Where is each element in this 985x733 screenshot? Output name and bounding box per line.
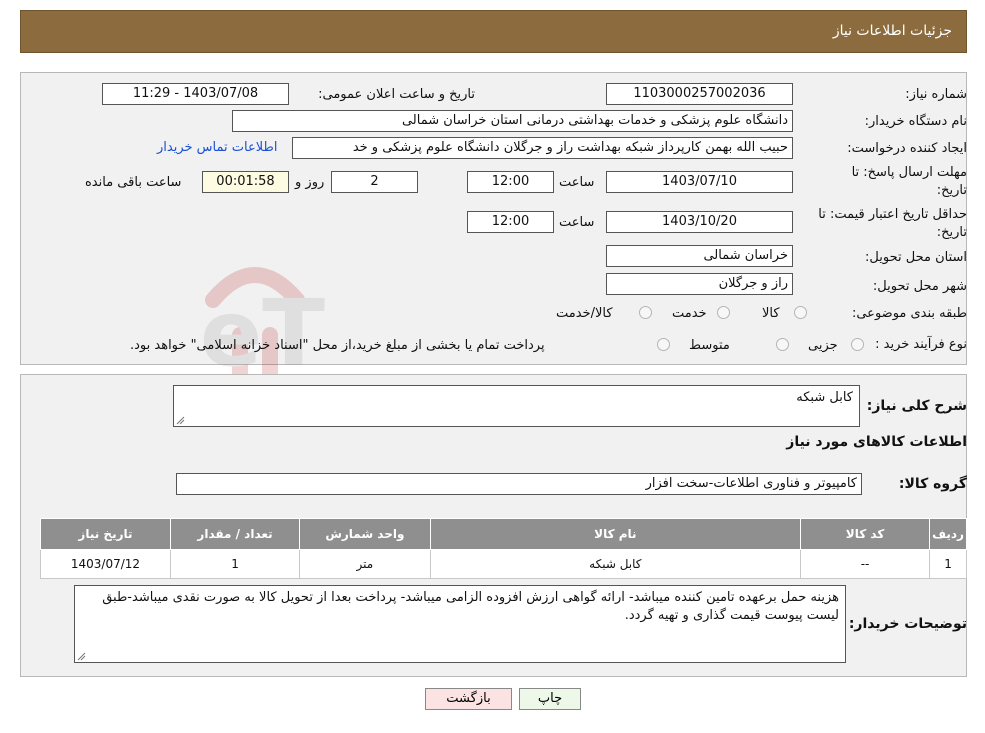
deadline-date-field: 1403/07/10	[606, 171, 793, 193]
deadline-time-field: 12:00	[467, 171, 554, 193]
creator-field: حبیب الله بهمن کارپرداز شبکه بهداشت راز …	[292, 137, 793, 159]
buyer-notes-value: هزینه حمل برعهده تامین کننده میباشد- ارا…	[102, 590, 839, 623]
validity-time-label: ساعت	[559, 215, 595, 230]
goods-table: ردیف کد کالا نام کالا واحد شمارش تعداد /…	[40, 518, 967, 579]
goods-group-field: کامپیوتر و فناوری اطلاعات-سخت افزار	[176, 473, 862, 495]
cell-unit: متر	[299, 549, 431, 579]
deadline-label: مهلت ارسال پاسخ: تا	[851, 165, 967, 180]
watermark-text: AriaTender.neT	[195, 280, 325, 387]
table-header-row: ردیف کد کالا نام کالا واحد شمارش تعداد /…	[40, 518, 967, 550]
print-button[interactable]: چاپ	[519, 688, 581, 710]
remaining-time-field: 00:01:58	[202, 171, 289, 193]
process-radio-treasury[interactable]	[657, 338, 670, 351]
validity-date-field: 1403/10/20	[606, 211, 793, 233]
goods-section-title: اطلاعات کالاهای مورد نیاز	[786, 434, 967, 450]
back-button[interactable]: بازگشت	[425, 688, 512, 710]
category-radio-goods[interactable]	[794, 306, 807, 319]
process-note: پرداخت تمام یا بخشی از مبلغ خرید،از محل …	[130, 338, 545, 353]
need-number-label: شماره نیاز:	[905, 87, 967, 102]
page-header: جزئیات اطلاعات نیاز	[20, 10, 967, 53]
days-label: روز و	[295, 175, 325, 190]
category-radio-goods-service[interactable]	[639, 306, 652, 319]
process-option-medium: متوسط	[689, 338, 730, 353]
col-header-need-date: تاریخ نیاز	[40, 518, 171, 550]
buyer-org-label: نام دستگاه خریدار:	[864, 114, 967, 129]
remaining-label: ساعت باقی مانده	[85, 175, 182, 190]
process-radio-medium[interactable]	[776, 338, 789, 351]
resize-grip-icon[interactable]	[176, 416, 185, 425]
buyer-notes-field: هزینه حمل برعهده تامین کننده میباشد- ارا…	[74, 585, 846, 663]
process-option-minor: جزیی	[808, 338, 838, 353]
col-header-unit: واحد شمارش	[299, 518, 431, 550]
buyer-org-field: دانشگاه علوم پزشکی و خدمات بهداشتی درمان…	[232, 110, 793, 132]
city-label: شهر محل تحویل:	[872, 279, 967, 294]
deadline-label-date: تاریخ:	[936, 183, 967, 198]
cell-row-number: 1	[929, 549, 967, 579]
page-title: جزئیات اطلاعات نیاز	[832, 23, 952, 39]
buyer-notes-label: توضیحات خریدار:	[848, 616, 967, 632]
days-field: 2	[331, 171, 418, 193]
need-number-field: 1103000257002036	[606, 83, 793, 105]
resize-grip-icon[interactable]	[77, 652, 86, 661]
province-label: استان محل تحویل:	[865, 250, 967, 265]
goods-group-label: گروه کالا:	[898, 476, 967, 492]
city-field: راز و جرگلان	[606, 273, 793, 295]
contact-buyer-link[interactable]: اطلاعات تماس خریدار	[157, 140, 277, 155]
province-field: خراسان شمالی	[606, 245, 793, 267]
category-option-service: خدمت	[672, 306, 707, 321]
table-row: 1 -- کابل شبکه متر 1 1403/07/12	[40, 549, 967, 579]
validity-label-date: تاریخ:	[936, 225, 967, 240]
process-radio-minor[interactable]	[851, 338, 864, 351]
col-header-goods-name: نام کالا	[429, 518, 802, 550]
deadline-time-label: ساعت	[559, 175, 595, 190]
category-radio-service[interactable]	[717, 306, 730, 319]
cell-quantity: 1	[169, 549, 301, 579]
col-header-goods-code: کد کالا	[800, 518, 931, 550]
cell-goods-code: --	[800, 549, 931, 579]
process-label: نوع فرآیند خرید :	[875, 337, 967, 352]
summary-label: شرح کلی نیاز:	[866, 398, 967, 414]
validity-label: حداقل تاریخ اعتبار قیمت: تا	[818, 207, 967, 222]
summary-value: کابل شبکه	[796, 390, 853, 405]
cell-need-date: 1403/07/12	[40, 549, 171, 579]
cell-goods-name: کابل شبکه	[429, 549, 802, 579]
announce-field: 1403/07/08 - 11:29	[102, 83, 289, 105]
announce-label: تاریخ و ساعت اعلان عمومی:	[318, 87, 475, 102]
col-header-quantity: تعداد / مقدار	[169, 518, 301, 550]
col-header-row-number: ردیف	[929, 518, 967, 550]
summary-field: کابل شبکه	[173, 385, 860, 427]
creator-label: ایجاد کننده درخواست:	[847, 141, 967, 156]
category-label: طبقه بندی موضوعی:	[851, 306, 967, 321]
category-option-goods-service: کالا/خدمت	[556, 306, 613, 321]
category-option-goods: کالا	[762, 306, 780, 321]
validity-time-field: 12:00	[467, 211, 554, 233]
